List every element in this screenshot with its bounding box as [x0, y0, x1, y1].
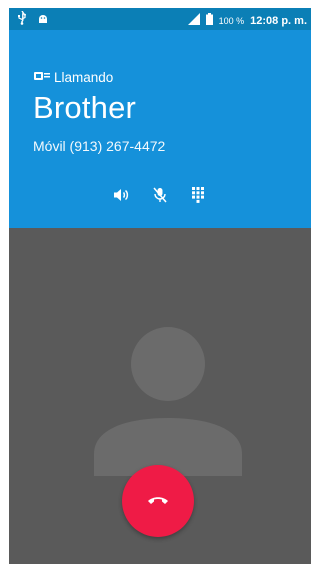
dialpad-button[interactable]: [183, 182, 213, 212]
call-status-label: Llamando: [54, 70, 114, 85]
mute-button[interactable]: [145, 182, 175, 212]
contact-name: Brother: [33, 90, 137, 125]
in-call-actions: [9, 182, 311, 212]
call-header: Llamando Brother Móvil (913) 267-4472: [9, 30, 311, 228]
call-status: Llamando: [34, 70, 113, 85]
speaker-button[interactable]: [107, 182, 137, 212]
status-bar: 100 % 12:08 p. m.: [9, 8, 311, 30]
sim-card-icon: [34, 70, 50, 85]
android-debug-icon: [37, 12, 49, 30]
mute-microphone-icon: [153, 187, 167, 208]
end-call-icon: [147, 492, 169, 510]
battery-percent: 100 %: [218, 16, 245, 26]
battery-icon: [205, 12, 213, 30]
status-right-icons: 100 % 12:08 p. m.: [187, 12, 307, 30]
status-left-icons: [17, 10, 49, 30]
dialpad-icon: [192, 186, 204, 208]
status-time: 12:08 p. m.: [250, 15, 307, 27]
end-call-button[interactable]: [122, 465, 194, 537]
speaker-icon: [114, 188, 130, 207]
phone-number-line: Móvil (913) 267-4472: [33, 138, 166, 154]
signal-icon: [187, 12, 200, 30]
usb-icon: [17, 10, 27, 30]
